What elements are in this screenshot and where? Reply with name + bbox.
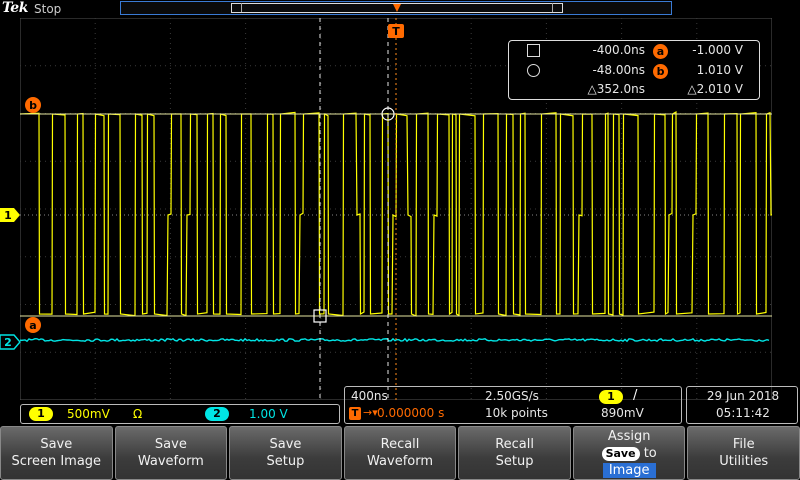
- cursor-a-row: -400.0ns a -1.000 V: [509, 43, 761, 59]
- menu-label-line2: Waveform: [367, 454, 434, 469]
- cursor-a-time: -400.0ns: [592, 43, 645, 57]
- cursor-b-marker-label: b: [29, 99, 37, 112]
- channel-settings[interactable]: 1 500mV Ω 2 1.00 V: [20, 404, 340, 424]
- cursor-b-marker[interactable]: b: [24, 96, 44, 116]
- image-chip: Image: [602, 462, 656, 478]
- menu-label-line1: File: [732, 437, 755, 452]
- recall-setup-button[interactable]: Recall Setup: [458, 426, 571, 480]
- cursor-delta-row: △352.0ns △2.010 V: [509, 82, 761, 98]
- ch2-ground-marker[interactable]: 2: [0, 334, 22, 350]
- datetime-readout: 29 Jun 2018 05:11:42: [686, 386, 798, 424]
- run-state: Stop: [34, 2, 62, 16]
- acquisition-readout[interactable]: 400ns 2.50GS/s 1 / T →▾ 0.000000 s 10k p…: [344, 386, 682, 424]
- cursor-b-volt: 1.010 V: [696, 63, 743, 77]
- trigger-marker[interactable]: T: [388, 2, 406, 40]
- square-icon: [527, 44, 540, 57]
- ch2-badge[interactable]: 2: [205, 407, 229, 421]
- menu-label-line2: Screen Image: [11, 454, 102, 469]
- menu-label-line2: Utilities: [719, 454, 769, 469]
- bottom-menu: Save Screen Image Save Waveform Save Set…: [0, 426, 800, 480]
- ch1-ground-marker-label: 1: [4, 209, 12, 222]
- save-screen-image-button[interactable]: Save Screen Image: [0, 426, 113, 480]
- menu-label-line2: Waveform: [137, 454, 204, 469]
- assign-save-button[interactable]: Assign Save to Image: [572, 426, 686, 480]
- menu-label-to: to: [643, 445, 657, 461]
- cursor-readout: -400.0ns a -1.000 V -48.00ns b 1.010 V △…: [508, 40, 760, 100]
- cursor-b-row: -48.00ns b 1.010 V: [509, 63, 761, 79]
- trigger-position-arrow-icon: →▾: [363, 406, 378, 419]
- cursor-a-volt: -1.000 V: [692, 43, 743, 57]
- file-utilities-button[interactable]: File Utilities: [687, 426, 800, 480]
- trigger-position-icon: T: [349, 407, 361, 420]
- record-length: 10k points: [485, 406, 548, 420]
- menu-label-line1: Recall: [495, 437, 534, 452]
- circle-icon: [527, 64, 540, 77]
- menu-label-line1: Save: [40, 437, 73, 452]
- timebase: 400ns: [351, 389, 388, 403]
- menu-label-line1: Recall: [380, 437, 420, 452]
- time: 05:11:42: [716, 406, 770, 420]
- cursor-delta-volt: △2.010 V: [687, 82, 743, 96]
- trigger-level: 890mV: [601, 406, 644, 420]
- trigger-slope-icon: /: [633, 388, 638, 403]
- ch2-scale: 1.00 V: [249, 407, 288, 421]
- save-chip: Save: [601, 446, 640, 461]
- tek-logo: Tek: [2, 0, 28, 16]
- recall-waveform-button[interactable]: Recall Waveform: [343, 426, 457, 480]
- cursor-b-badge: b: [653, 64, 668, 79]
- cursor-a-marker-label: a: [29, 319, 36, 332]
- ch1-badge[interactable]: 1: [29, 407, 53, 421]
- save-setup-button[interactable]: Save Setup: [229, 426, 342, 480]
- cursor-a-marker[interactable]: a: [24, 316, 44, 336]
- ch1-ground-marker[interactable]: 1: [0, 207, 22, 223]
- menu-label-line2: Setup: [495, 454, 534, 469]
- cursor-b-time: -48.00ns: [592, 63, 645, 77]
- trigger-source-badge: 1: [599, 390, 623, 404]
- trigger-position: 0.000000 s: [377, 406, 445, 420]
- ch1-scale: 500mV: [67, 407, 110, 421]
- save-waveform-button[interactable]: Save Waveform: [114, 426, 228, 480]
- trigger-marker-label: T: [392, 25, 400, 38]
- menu-label-line1: Save: [269, 437, 302, 452]
- menu-label-line2: Setup: [266, 454, 305, 469]
- cursor-delta-time: △352.0ns: [587, 82, 645, 96]
- cursor-a-badge: a: [653, 44, 668, 59]
- ch2-ground-marker-label: 2: [4, 336, 12, 349]
- menu-label-line1: Save: [154, 437, 187, 452]
- ch1-termination-icon: Ω: [133, 407, 143, 421]
- date: 29 Jun 2018: [706, 389, 780, 403]
- sample-rate: 2.50GS/s: [485, 389, 539, 403]
- menu-label-line1: Assign: [607, 428, 651, 444]
